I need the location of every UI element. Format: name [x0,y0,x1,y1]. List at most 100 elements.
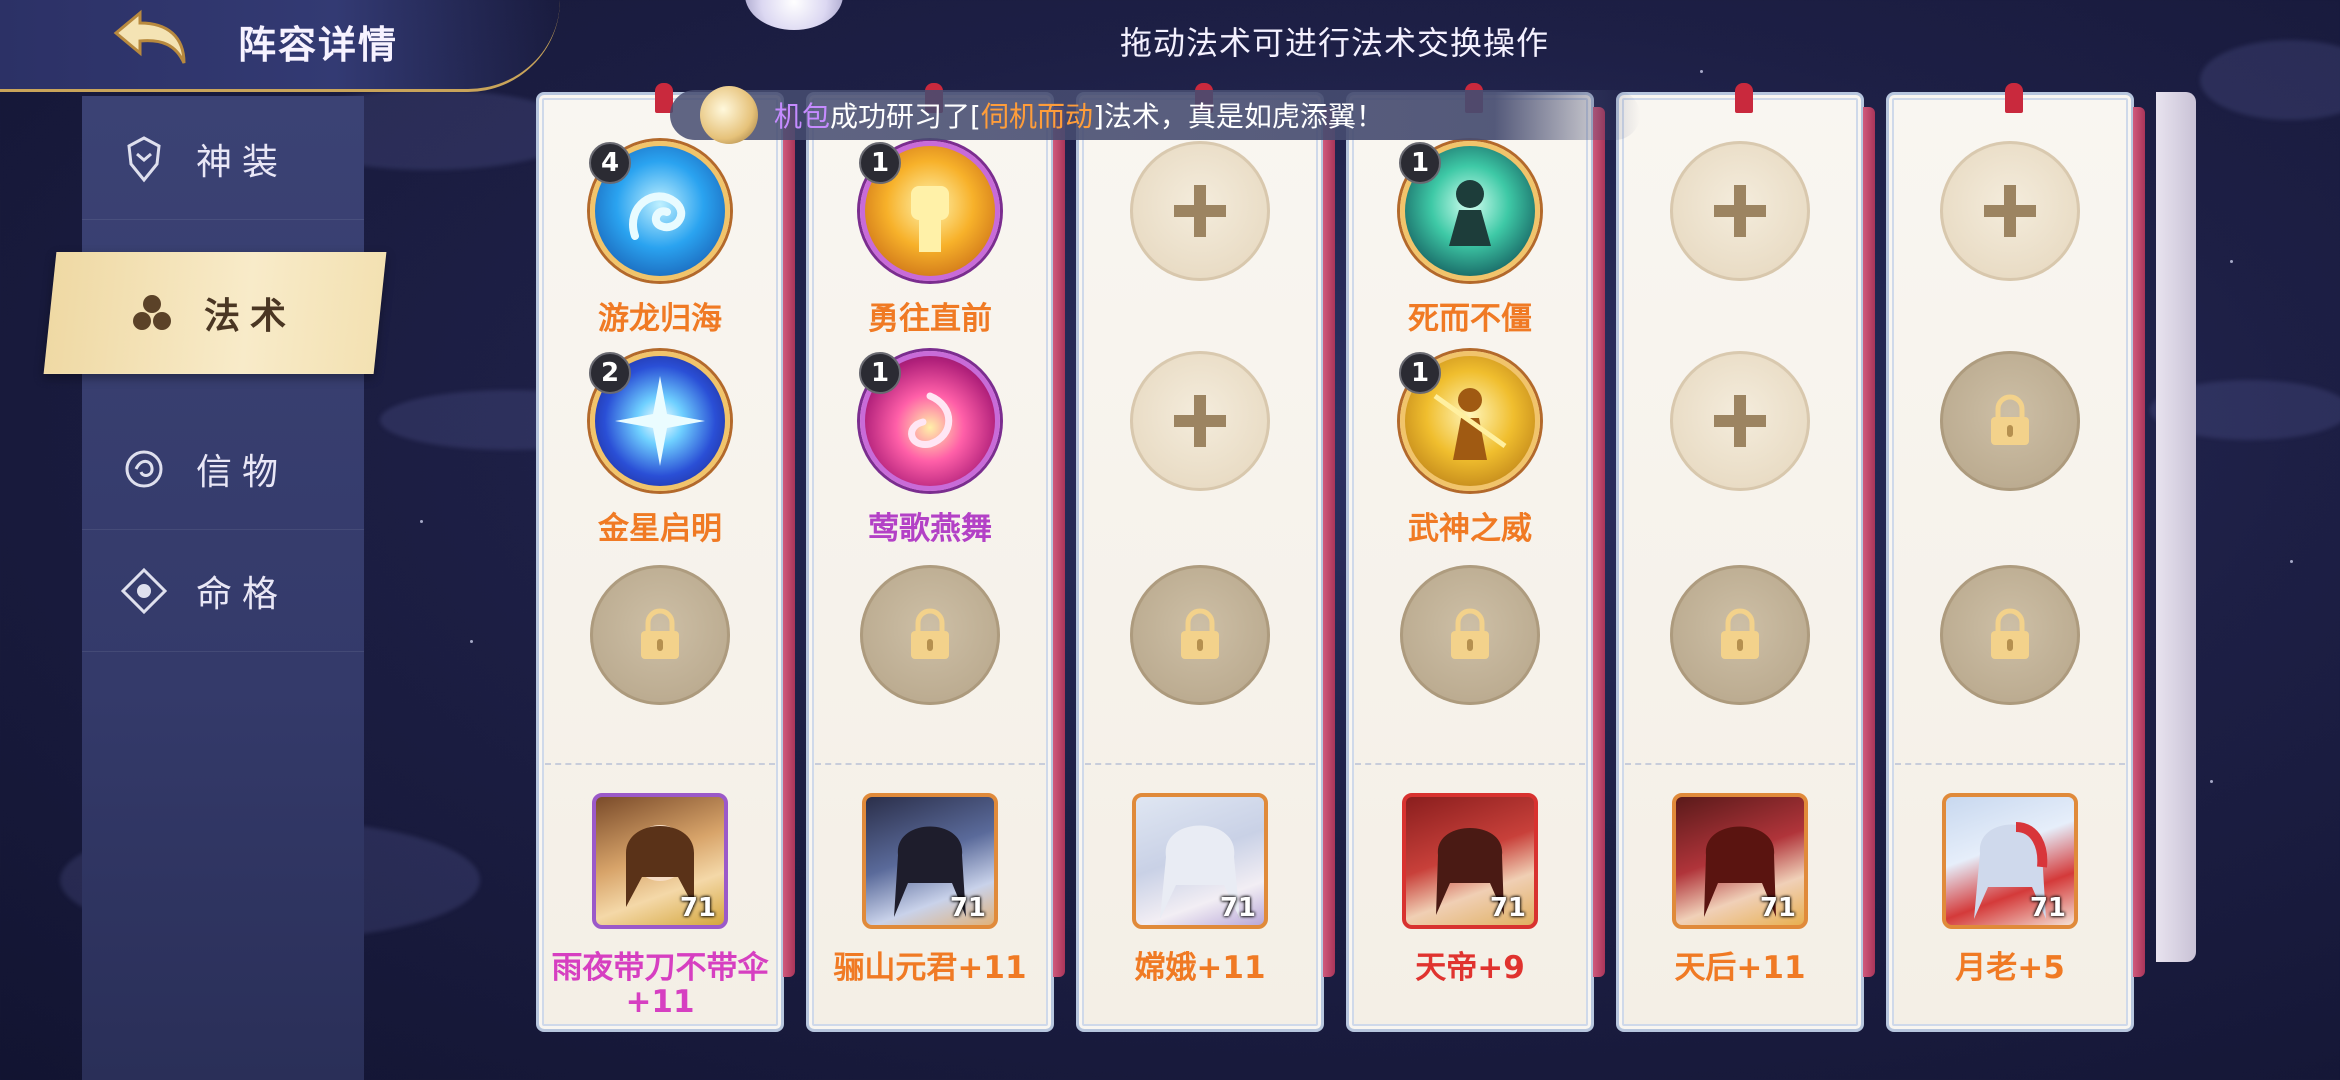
lineup-card: 71 嫦娥+11 [1076,83,1335,1032]
plus-icon [1714,185,1766,237]
locked-slot[interactable] [1940,351,2080,491]
locked-slot[interactable] [860,565,1000,705]
hero-portrait[interactable]: 71 [592,793,728,929]
lineup-card: 71 月老+5 [1886,83,2145,1032]
lock-icon [1181,608,1219,659]
locked-slot[interactable] [1130,565,1270,705]
notice-skill-name: 伺机而动 [980,100,1093,133]
sidebar-item-label: 法术 [204,295,297,337]
notice-player-name: 机包 [774,100,831,133]
empty-slot[interactable] [1940,141,2080,281]
lock-icon [1451,608,1489,659]
plus-icon [1174,185,1226,237]
skill-name: 勇往直前 [868,301,992,337]
hero-name: 月老+5 [1955,950,2065,986]
skill-name: 死而不僵 [1408,301,1532,337]
hero-level: 71 [2029,893,2066,923]
lock-icon [641,608,679,659]
drag-hint-text: 拖动法术可进行法术交换操作 [1120,24,1550,62]
lock-icon [1991,394,2029,445]
card-divider [1085,763,1315,765]
hero-name: 雨夜带刀不带伞+11 [551,950,769,1020]
skill-slot[interactable]: 1 [1399,351,1540,491]
sidebar-item-magic[interactable]: 法术 [43,252,387,374]
ribbon-decoration [2005,83,2023,113]
card-divider [1355,763,1585,765]
locked-slot[interactable] [590,565,730,705]
skill-count-badge: 1 [1399,352,1441,394]
page-title: 阵容详情 [238,23,399,67]
sidebar-item-armor[interactable]: 神装 [82,98,364,220]
ribbon-decoration [1735,83,1753,113]
lock-icon [1721,608,1759,659]
board-edge [2156,92,2196,962]
sidebar-item-token[interactable]: 信物 [82,408,364,530]
notice-text: 成功研习了[ [830,100,981,133]
hero-level: 71 [1759,893,1796,923]
hero-portrait[interactable]: 71 [1132,793,1268,929]
hero-name: 天帝+9 [1415,950,1525,986]
card-divider [1895,763,2125,765]
lineup-card: 1 勇往直前 1 莺歌燕舞 71 骊山元君+11 [806,83,1065,1032]
hero-name: 天后+11 [1674,950,1806,986]
hero-level: 71 [1489,893,1526,923]
empty-slot[interactable] [1130,351,1270,491]
magic-icon [126,287,178,339]
lineup-card: 71 天后+11 [1616,83,1875,1032]
skill-count-badge: 2 [589,352,631,394]
empty-slot[interactable] [1670,141,1810,281]
sidebar-item-label: 神装 [196,141,289,183]
lock-icon [911,608,949,659]
lineup-card: 4 游龙归海 2 金星启明 71 雨夜带刀不带伞+11 [536,83,795,1032]
token-icon [118,443,170,495]
notice-text-suffix: ]法术，真是如虎添翼！ [1092,100,1384,133]
card-divider [1625,763,1855,765]
back-arrow-icon [113,9,186,64]
hero-level: 71 [679,893,716,923]
fate-icon [118,565,170,617]
sidebar-item-fate[interactable]: 命格 [82,530,364,652]
locked-slot[interactable] [1670,565,1810,705]
lineup-card: 1 死而不僵 1 武神之威 71 天帝+9 [1346,83,1605,1032]
skill-count-badge: 4 [589,142,631,184]
skill-count-badge: 1 [859,352,901,394]
empty-slot[interactable] [1130,141,1270,281]
skill-name: 武神之威 [1408,511,1532,547]
hero-level: 71 [1219,893,1256,923]
card-divider [815,763,1045,765]
hero-portrait[interactable]: 71 [1672,793,1808,929]
skill-slot[interactable]: 1 [859,141,1000,281]
hero-name: 骊山元君+11 [833,950,1027,986]
sidebar-item-label: 信物 [196,451,289,493]
skill-slot[interactable]: 4 [589,141,730,281]
empty-slot[interactable] [1670,351,1810,491]
moon-icon [700,86,758,144]
skill-name: 金星启明 [598,511,722,547]
hero-level: 71 [949,893,986,923]
back-button[interactable] [108,8,198,68]
sidebar: 神装 法术 信物 命格 [43,96,387,1080]
hero-portrait[interactable]: 71 [862,793,998,929]
skill-slot[interactable]: 1 [859,351,1000,491]
hero-portrait[interactable]: 71 [1402,793,1538,929]
skill-name: 游龙归海 [598,301,722,337]
skill-name: 莺歌燕舞 [868,511,992,547]
locked-slot[interactable] [1400,565,1540,705]
plus-icon [1984,185,2036,237]
plus-icon [1174,395,1226,447]
header: 阵容详情 拖动法术可进行法术交换操作 [0,0,2340,92]
skill-slot[interactable]: 1 [1399,141,1540,281]
armor-icon [118,133,170,185]
skill-count-badge: 1 [859,142,901,184]
locked-slot[interactable] [1940,565,2080,705]
plus-icon [1714,395,1766,447]
sidebar-item-label: 命格 [196,573,289,615]
notification-banner: 机包 成功研习了[伺机而动]法术，真是如虎添翼！ [670,86,1640,144]
hero-name: 嫦娥+11 [1134,950,1266,986]
card-divider [545,763,775,765]
pet-orb-decoration [745,0,843,30]
skill-slot[interactable]: 2 [589,351,730,491]
skill-count-badge: 1 [1399,142,1441,184]
hero-portrait[interactable]: 71 [1942,793,2078,929]
lock-icon [1991,608,2029,659]
